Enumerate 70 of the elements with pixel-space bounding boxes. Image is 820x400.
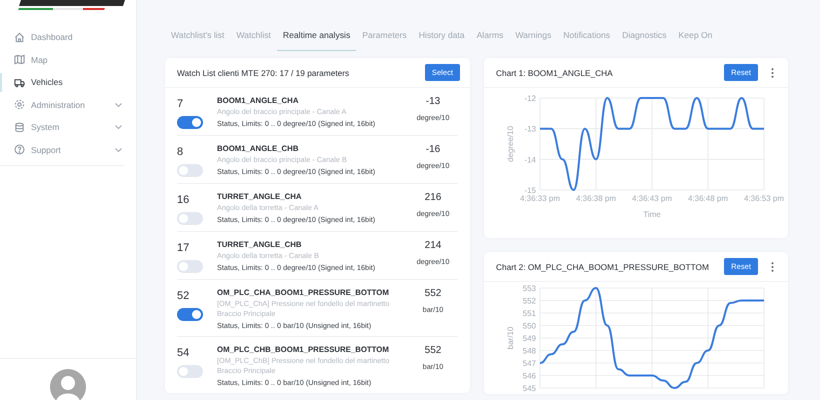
y-tick-label: -12 (524, 94, 536, 103)
parameter-value: -13 (426, 96, 440, 107)
y-axis-label: bar/10 (506, 326, 515, 350)
parameter-id: 8 (177, 146, 184, 158)
x-tick-label: 4:36:33 pm (520, 194, 560, 203)
y-tick-label: 545 (522, 384, 536, 393)
y-tick-label: -15 (524, 186, 536, 195)
toggle-switch[interactable] (177, 116, 203, 129)
y-tick-label: 548 (522, 346, 536, 356)
parameter-id: 52 (177, 290, 190, 302)
parameter-value: 552 (424, 345, 442, 356)
y-tick-label: 546 (522, 372, 536, 380)
home-icon (14, 32, 25, 43)
tab[interactable]: Watchlist's list (165, 26, 230, 51)
x-tick-label: 4:36:43 pm (632, 194, 672, 203)
sidebar-item[interactable]: Map (0, 50, 124, 69)
toggle-switch[interactable] (177, 212, 203, 225)
help-icon (14, 144, 25, 156)
truck-icon (14, 76, 25, 88)
y-tick-label: 550 (522, 322, 536, 330)
more-options-icon[interactable] (771, 262, 774, 272)
map-icon (14, 54, 25, 66)
card-title: Watch List clienti MTE 270: 17 / 19 parameters (177, 68, 350, 78)
parameter-id: 7 (177, 98, 184, 110)
y-tick-label: -13 (524, 124, 536, 134)
chevron-down-icon (115, 148, 122, 152)
parameter-value: 214 (424, 240, 442, 251)
y-tick-label: 549 (522, 334, 536, 343)
parameter-id: 54 (177, 347, 190, 359)
sidebar-item[interactable]: Dashboard (0, 28, 124, 46)
sidebar-item[interactable]: System (0, 118, 124, 136)
gear-icon (14, 99, 25, 110)
tab[interactable]: Parameters (356, 26, 413, 51)
toggle-switch[interactable] (177, 260, 203, 273)
tab[interactable]: Alarms (470, 26, 510, 51)
parameter-id: 17 (177, 242, 190, 254)
toggle-switch[interactable] (177, 365, 203, 378)
avatar-icon[interactable] (50, 369, 86, 400)
tab[interactable]: Watchlist (230, 26, 277, 51)
y-tick-label: 547 (522, 359, 536, 368)
parameter-id: 16 (177, 194, 190, 206)
tab[interactable]: Keep On (672, 26, 718, 51)
x-tick-label: 4:36:48 pm (688, 194, 728, 203)
database-icon (14, 122, 25, 133)
x-tick-label: 4:36:38 pm (576, 194, 616, 203)
tab[interactable]: Notifications (557, 26, 616, 51)
y-tick-label: -14 (524, 155, 536, 164)
tab[interactable]: Realtime analysis (276, 26, 356, 51)
sidebar-item[interactable]: Support (0, 140, 124, 159)
more-options-icon[interactable] (771, 68, 774, 78)
parameter-value: 552 (424, 288, 442, 299)
tab[interactable]: Warnings (509, 26, 558, 51)
x-axis-label: Time (643, 210, 661, 219)
parameter-value: 216 (424, 192, 442, 203)
chart-title: Chart 1: BOOM1_ANGLE_CHA (496, 68, 613, 78)
parameter-value: -16 (426, 144, 440, 155)
y-axis-label: degree/10 (506, 126, 515, 162)
y-tick-label: 553 (522, 284, 536, 293)
sidebar-item[interactable]: Administration (0, 96, 124, 114)
toggle-switch[interactable] (177, 164, 203, 177)
tab[interactable]: History data (412, 26, 471, 51)
tab[interactable]: Diagnostics (616, 26, 673, 51)
toggle-switch[interactable] (177, 308, 203, 321)
sidebar-item[interactable]: Vehicles (0, 73, 124, 92)
y-tick-label: 551 (522, 309, 536, 318)
x-tick-label: 4:36:53 pm (744, 194, 784, 203)
chart-title: Chart 2: OM_PLC_CHA_BOOM1_PRESSURE_BOTTOM (496, 262, 709, 272)
chevron-down-icon (115, 102, 122, 107)
chevron-down-icon (115, 125, 122, 130)
y-tick-label: 552 (522, 296, 536, 306)
